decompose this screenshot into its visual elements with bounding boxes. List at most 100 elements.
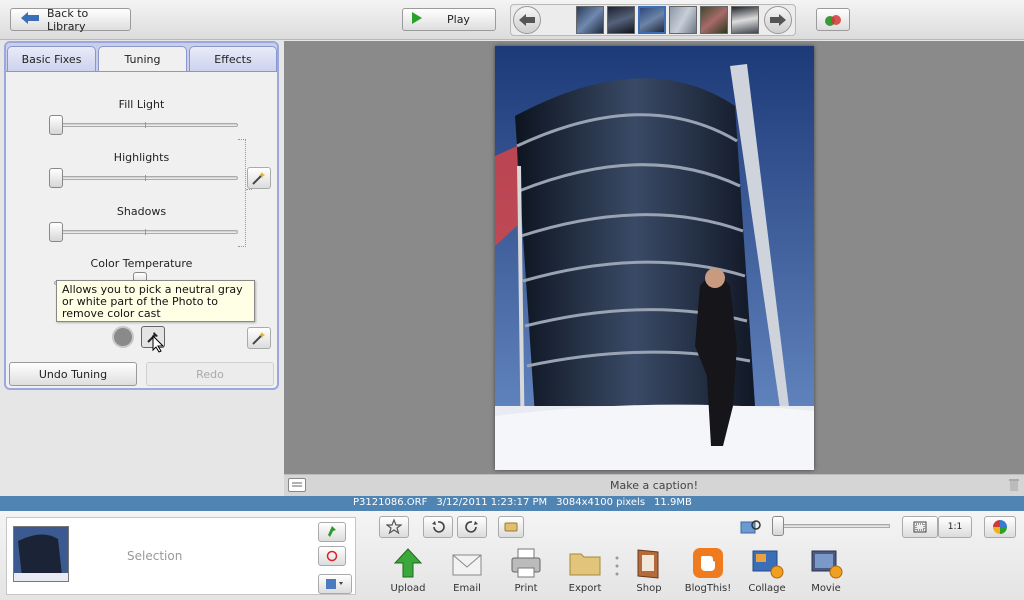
highlights-label: Highlights	[113, 151, 170, 164]
tooltip: Allows you to pick a neutral gray or whi…	[56, 280, 255, 322]
back-to-library-button[interactable]: Back to Library	[10, 6, 131, 33]
neutral-color-swatch	[112, 326, 134, 348]
rotate-right-button[interactable]	[457, 516, 487, 538]
back-label: Back to Library	[47, 6, 89, 33]
fit-icon	[913, 521, 927, 533]
auto-contrast-button[interactable]	[247, 167, 271, 189]
auto-color-button[interactable]	[247, 327, 271, 349]
upload-label: Upload	[390, 583, 426, 594]
play-button[interactable]: Play	[402, 8, 496, 31]
magic-wand-icon	[252, 332, 265, 345]
filmstrip-thumbnail-selected[interactable]	[638, 6, 666, 34]
actual-size-button[interactable]: 1:1	[938, 516, 972, 538]
upload-icon	[390, 545, 426, 581]
next-photo-button[interactable]	[764, 6, 792, 34]
mouse-cursor-icon	[152, 334, 165, 356]
export-button[interactable]: Export	[560, 545, 610, 597]
blogthis-label: BlogThis!	[684, 583, 732, 594]
edit-sync-icon	[825, 14, 841, 26]
filmstrip-thumbnail[interactable]	[607, 6, 635, 34]
date-taken: 3/12/2011 1:23:17 PM	[436, 497, 548, 508]
collage-label: Collage	[748, 583, 786, 594]
blogthis-button[interactable]: BlogThis!	[683, 545, 733, 597]
zoom-slider-handle[interactable]	[772, 516, 784, 536]
play-icon	[411, 12, 423, 27]
tab-basic-fixes[interactable]: Basic Fixes	[7, 46, 96, 71]
caption-bar: Make a caption!	[284, 474, 1024, 496]
shop-button[interactable]: Shop	[624, 545, 674, 597]
google-button[interactable]	[984, 516, 1016, 538]
undo-tuning-button[interactable]: Undo Tuning	[9, 362, 137, 386]
shop-book-icon	[631, 545, 667, 581]
photo-preview	[495, 46, 814, 470]
photo-viewer	[284, 41, 1024, 474]
clear-selection-button[interactable]	[318, 546, 346, 566]
building-photo	[495, 46, 814, 470]
tag-button[interactable]	[498, 516, 524, 538]
trash-icon[interactable]	[1008, 478, 1020, 495]
fill-light-slider-handle[interactable]	[49, 115, 63, 135]
top-toolbar: Back to Library Play	[0, 0, 1024, 40]
fit-to-window-button[interactable]	[902, 516, 938, 538]
rotate-right-icon	[465, 521, 478, 533]
printer-icon	[508, 545, 544, 581]
upload-button[interactable]: Upload	[383, 545, 433, 597]
arrow-left-icon	[21, 12, 39, 27]
sync-edits-button[interactable]	[816, 8, 850, 31]
fill-light-slider[interactable]	[54, 122, 238, 128]
highlights-slider[interactable]	[54, 175, 238, 181]
auto-light-bracket-connector	[246, 189, 252, 190]
rotate-left-icon	[432, 521, 445, 533]
shadows-label: Shadows	[116, 205, 167, 218]
filmstrip-thumbnail[interactable]	[700, 6, 728, 34]
selection-label: Selection	[127, 549, 183, 563]
shop-label: Shop	[636, 583, 662, 594]
folder-icon	[567, 545, 603, 581]
hold-button[interactable]	[318, 522, 346, 542]
edit-panel: Basic Fixes Tuning Effects Fill Light Hi…	[4, 41, 279, 390]
email-button[interactable]: Email	[442, 545, 492, 597]
star-button[interactable]	[379, 516, 409, 538]
zoom-icon	[740, 519, 762, 538]
clear-icon	[326, 550, 338, 562]
add-to-album-button[interactable]	[318, 574, 352, 594]
filmstrip-thumbnail[interactable]	[731, 6, 759, 34]
tab-tuning[interactable]: Tuning	[98, 46, 187, 72]
export-label: Export	[568, 583, 602, 594]
tab-effects[interactable]: Effects	[189, 46, 277, 71]
tag-icon	[504, 522, 518, 532]
blogger-icon	[690, 545, 726, 581]
zoom-slider[interactable]	[776, 524, 890, 528]
auto-light-bracket	[238, 139, 246, 247]
filmstrip-thumbnail[interactable]	[669, 6, 697, 34]
movie-icon	[808, 545, 844, 581]
image-dimensions: 3084x4100 pixels	[556, 497, 646, 508]
shadows-slider[interactable]	[54, 229, 238, 235]
email-label: Email	[453, 583, 481, 594]
previous-photo-button[interactable]	[513, 6, 541, 34]
highlights-slider-handle[interactable]	[49, 168, 63, 188]
redo-button[interactable]: Redo	[146, 362, 274, 386]
play-label: Play	[447, 13, 470, 26]
rotate-left-button[interactable]	[423, 516, 453, 538]
print-button[interactable]: Print	[501, 545, 551, 597]
file-size: 11.9MB	[654, 497, 692, 508]
slider-tick	[145, 229, 146, 235]
star-icon	[386, 519, 402, 535]
file-name: P3121086.ORF	[353, 497, 428, 508]
selection-thumbnail[interactable]	[13, 526, 69, 582]
arrow-right-icon	[770, 14, 786, 26]
movie-button[interactable]: Movie	[801, 545, 851, 597]
slider-tick	[145, 122, 146, 128]
filmstrip-thumbnail[interactable]	[576, 6, 604, 34]
print-label: Print	[514, 583, 538, 594]
email-icon	[449, 545, 485, 581]
shadows-slider-handle[interactable]	[49, 222, 63, 242]
collage-icon	[749, 545, 785, 581]
pin-icon	[328, 526, 336, 537]
fill-light-label: Fill Light	[118, 98, 165, 111]
caption-input[interactable]: Make a caption!	[284, 479, 1024, 492]
movie-label: Movie	[811, 583, 841, 594]
collage-button[interactable]: Collage	[742, 545, 792, 597]
arrow-left-icon	[519, 14, 535, 26]
